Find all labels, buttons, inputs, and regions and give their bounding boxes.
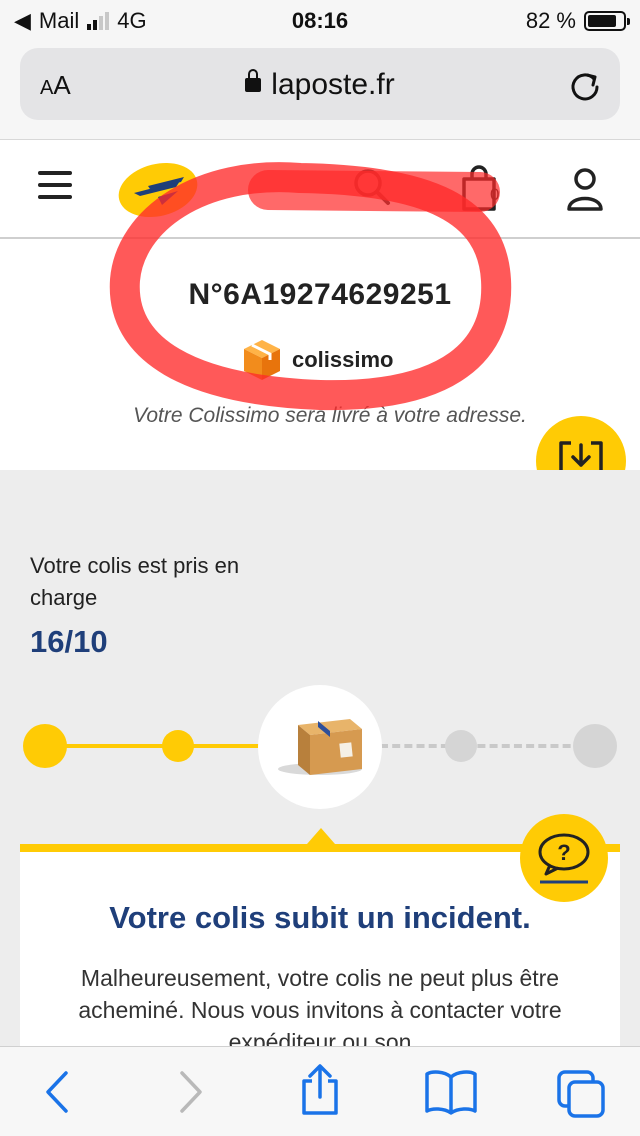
- bookmarks-icon[interactable]: [424, 1069, 478, 1120]
- timeline-line-done: [45, 744, 270, 748]
- battery-icon: [584, 11, 630, 31]
- battery-percent: 82 %: [525, 8, 576, 33]
- timeline-step-current: [258, 685, 382, 809]
- help-chat-button[interactable]: ?: [520, 814, 608, 902]
- reload-icon[interactable]: [568, 68, 602, 107]
- timeline-step-5: [573, 724, 617, 768]
- progress-timeline: [0, 682, 640, 812]
- incident-body: Malheureusement, votre colis ne peut plu…: [78, 965, 562, 1055]
- status-text: Votre colis est pris en charge: [30, 553, 240, 610]
- back-icon[interactable]: [42, 1069, 72, 1120]
- timeline-line-pending: [380, 744, 595, 748]
- status-bar-right: 82 %: [525, 8, 630, 34]
- timeline-step-2: [162, 730, 194, 762]
- parcel-box-icon: [278, 719, 362, 775]
- menu-icon[interactable]: [38, 171, 72, 207]
- card-pointer: [307, 828, 335, 844]
- cart-count: 0: [490, 185, 500, 204]
- browser-address-area: AA laposte.fr: [0, 40, 640, 140]
- url-field[interactable]: laposte.fr: [20, 68, 620, 102]
- timeline-step-4: [445, 730, 477, 762]
- la-poste-logo[interactable]: [118, 159, 200, 224]
- status-bar: ◀ Mail 4G 08:16 82 %: [0, 0, 640, 40]
- colissimo-box-icon: [244, 340, 280, 380]
- forward-icon[interactable]: [176, 1069, 206, 1120]
- url-text: laposte.fr: [271, 68, 395, 101]
- site-header: 0: [0, 141, 640, 239]
- question-chat-icon: ?: [538, 833, 590, 884]
- address-bar[interactable]: AA laposte.fr: [20, 48, 620, 120]
- delivery-note: Votre Colissimo sera livré à votre adres…: [133, 404, 527, 427]
- status-date: 16/10: [30, 624, 108, 659]
- status-section: Votre colis est pris en charge 16/10 Vot…: [0, 470, 640, 1084]
- search-icon[interactable]: [352, 167, 392, 212]
- colissimo-brand: colissimo: [242, 338, 393, 382]
- tracking-number: N°6A19274629251: [188, 278, 452, 311]
- account-icon[interactable]: [566, 167, 604, 216]
- incident-title: Votre colis subit un incident.: [109, 900, 531, 935]
- timeline-step-1: [23, 724, 67, 768]
- tabs-icon[interactable]: [556, 1069, 606, 1124]
- share-icon[interactable]: [298, 1063, 342, 1122]
- svg-text:?: ?: [557, 840, 570, 865]
- browser-toolbar: [0, 1046, 640, 1136]
- lock-icon: [245, 69, 262, 92]
- carrier-name: colissimo: [292, 347, 394, 372]
